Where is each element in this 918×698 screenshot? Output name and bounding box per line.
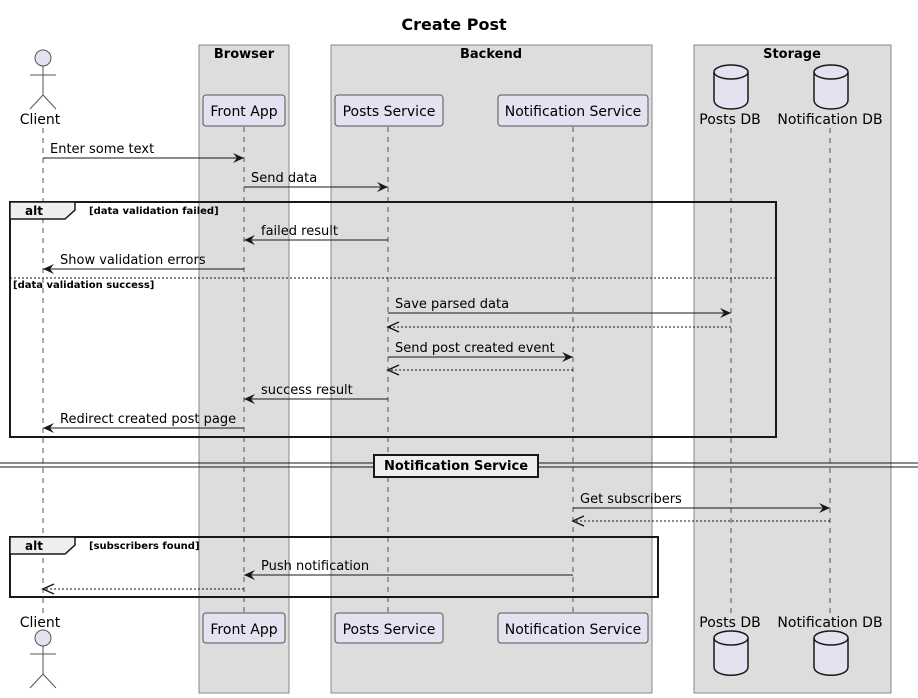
actor-icon [29, 49, 57, 110]
box-backend: Backend [330, 44, 653, 694]
database-icon [813, 630, 849, 676]
participant-notification-service-bottom[interactable]: Notification Service [497, 612, 649, 644]
box-label-backend: Backend [460, 47, 522, 62]
message-label: Enter some text [50, 142, 154, 157]
participant-notification-service-top[interactable]: Notification Service [497, 94, 649, 127]
message-label: success result [261, 383, 353, 398]
participant-label: Posts Service [343, 622, 436, 638]
message-label: Save parsed data [395, 297, 509, 312]
message-label: failed result [261, 224, 338, 239]
participant-label: Notification DB [777, 615, 882, 631]
fragment-guard: [data validation failed] [89, 206, 219, 217]
box-label-browser: Browser [214, 47, 275, 62]
message-label: Send post created event [395, 341, 555, 356]
participant-label: Front App [210, 622, 277, 638]
fragment-guard: [subscribers found] [89, 541, 200, 552]
participant-label: Client [20, 112, 61, 128]
participant-label: Client [20, 615, 61, 631]
database-icon [813, 64, 849, 110]
actor-client-top[interactable]: Client [20, 49, 61, 128]
participant-posts-service-top[interactable]: Posts Service [334, 94, 444, 127]
fragment-label: alt [25, 204, 43, 218]
box-label-storage: Storage [763, 47, 821, 62]
participant-front-app-bottom[interactable]: Front App [202, 612, 286, 644]
participant-label: Front App [210, 104, 277, 120]
message-label: Push notification [261, 559, 369, 574]
message-label: Get subscribers [580, 492, 682, 507]
participant-label: Notification DB [777, 112, 882, 128]
participant-label: Notification Service [505, 104, 642, 120]
participant-label: Posts Service [343, 104, 436, 120]
fragment-label: alt [25, 539, 43, 553]
message-label: Show validation errors [60, 253, 206, 268]
participant-front-app-top[interactable]: Front App [202, 94, 286, 127]
participant-posts-service-bottom[interactable]: Posts Service [334, 612, 444, 644]
diagram-title: Create Post [401, 15, 507, 34]
fragment-else-guard: [data validation success] [13, 280, 154, 291]
message-label: Send data [251, 171, 317, 186]
actor-client-bottom[interactable]: Client [20, 615, 61, 689]
actor-icon [29, 629, 57, 689]
divider-label: Notification Service [384, 459, 528, 474]
participant-label: Posts DB [699, 615, 760, 631]
participant-label: Posts DB [699, 112, 760, 128]
box-storage: Storage [693, 44, 892, 694]
database-icon [713, 630, 749, 676]
arrowhead-icon [41, 583, 55, 595]
database-icon [713, 64, 749, 110]
message-label: Redirect created post page [60, 412, 236, 427]
participant-label: Notification Service [505, 622, 642, 638]
sequence-diagram: Create Post Browser Backend Storage Clie… [0, 15, 918, 694]
